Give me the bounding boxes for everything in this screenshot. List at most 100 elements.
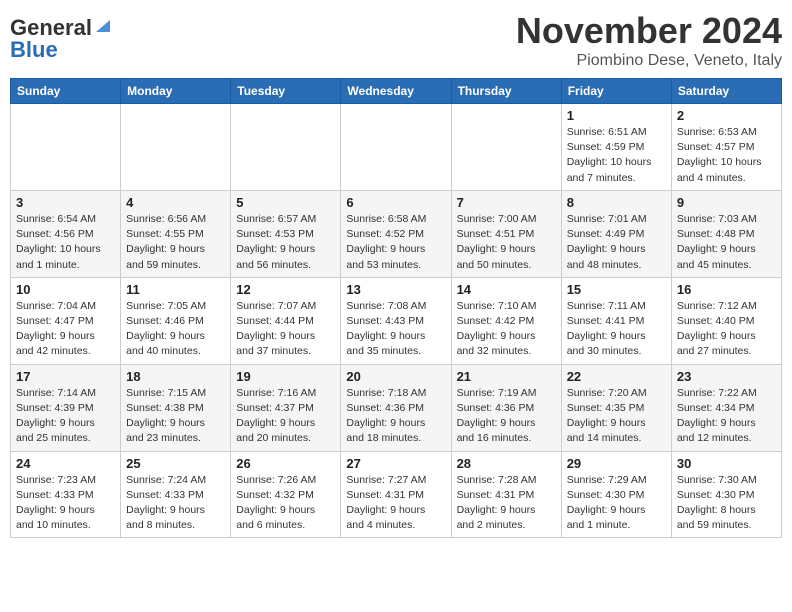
week-row-5: 24Sunrise: 7:23 AMSunset: 4:33 PMDayligh… [11,451,782,538]
calendar-cell [231,104,341,191]
day-info: Sunrise: 7:05 AMSunset: 4:46 PMDaylight:… [126,299,225,360]
calendar-cell: 11 Sunrise: 7:05 AMSunset: 4:46 PMDayligh… [121,277,231,364]
day-info: Sunrise: 7:28 AMSunset: 4:31 PMDaylight:… [457,473,556,534]
calendar-cell: 14 Sunrise: 7:10 AMSunset: 4:42 PMDayligh… [451,277,561,364]
day-number: 23 [677,369,776,384]
calendar-cell: 19 Sunrise: 7:16 AMSunset: 4:37 PMDayligh… [231,364,341,451]
day-info: Sunrise: 7:04 AMSunset: 4:47 PMDaylight:… [16,299,115,360]
logo: General Blue [10,16,112,62]
col-wednesday: Wednesday [341,79,451,104]
logo-text: General [10,17,92,39]
day-number: 13 [346,282,445,297]
day-info: Sunrise: 6:51 AMSunset: 4:59 PMDaylight:… [567,125,666,186]
month-title: November 2024 [516,10,782,52]
day-number: 19 [236,369,335,384]
calendar-cell: 15Sunrise: 7:11 AMSunset: 4:41 PMDayligh… [561,277,671,364]
calendar-cell: 27Sunrise: 7:27 AMSunset: 4:31 PMDayligh… [341,451,451,538]
day-number: 4 [126,195,225,210]
col-tuesday: Tuesday [231,79,341,104]
day-number: 3 [16,195,115,210]
calendar-cell: 20 Sunrise: 7:18 AMSunset: 4:36 PMDayligh… [341,364,451,451]
calendar-cell: 17Sunrise: 7:14 AMSunset: 4:39 PMDayligh… [11,364,121,451]
week-row-1: 1 Sunrise: 6:51 AMSunset: 4:59 PMDaylight… [11,104,782,191]
day-number: 15 [567,282,666,297]
week-row-2: 3 Sunrise: 6:54 AMSunset: 4:56 PMDaylight… [11,190,782,277]
calendar-cell [451,104,561,191]
col-friday: Friday [561,79,671,104]
day-number: 9 [677,195,776,210]
day-info: Sunrise: 7:30 AMSunset: 4:30 PMDaylight:… [677,473,776,534]
calendar-cell: 18Sunrise: 7:15 AMSunset: 4:38 PMDayligh… [121,364,231,451]
day-number: 7 [457,195,556,210]
calendar-cell: 1 Sunrise: 6:51 AMSunset: 4:59 PMDaylight… [561,104,671,191]
day-info: Sunrise: 7:22 AMSunset: 4:34 PMDaylight:… [677,386,776,447]
day-number: 6 [346,195,445,210]
day-info: Sunrise: 7:24 AMSunset: 4:33 PMDaylight:… [126,473,225,534]
day-number: 25 [126,456,225,471]
calendar-cell: 30 Sunrise: 7:30 AMSunset: 4:30 PMDayligh… [671,451,781,538]
day-info: Sunrise: 7:12 AMSunset: 4:40 PMDaylight:… [677,299,776,360]
day-info: Sunrise: 7:18 AMSunset: 4:36 PMDaylight:… [346,386,445,447]
calendar-cell: 13Sunrise: 7:08 AMSunset: 4:43 PMDayligh… [341,277,451,364]
day-info: Sunrise: 7:01 AMSunset: 4:49 PMDaylight:… [567,212,666,273]
logo-arrow-icon [94,18,112,34]
calendar-cell: 4 Sunrise: 6:56 AMSunset: 4:55 PMDaylight… [121,190,231,277]
day-info: Sunrise: 6:58 AMSunset: 4:52 PMDaylight:… [346,212,445,273]
calendar-cell: 22 Sunrise: 7:20 AMSunset: 4:35 PMDayligh… [561,364,671,451]
day-info: Sunrise: 7:20 AMSunset: 4:35 PMDaylight:… [567,386,666,447]
day-info: Sunrise: 7:29 AMSunset: 4:30 PMDaylight:… [567,473,666,534]
calendar-header-row: Sunday Monday Tuesday Wednesday Thursday… [11,79,782,104]
day-number: 5 [236,195,335,210]
week-row-4: 17Sunrise: 7:14 AMSunset: 4:39 PMDayligh… [11,364,782,451]
day-info: Sunrise: 7:27 AMSunset: 4:31 PMDaylight:… [346,473,445,534]
day-number: 11 [126,282,225,297]
day-info: Sunrise: 7:16 AMSunset: 4:37 PMDaylight:… [236,386,335,447]
calendar-cell: 25 Sunrise: 7:24 AMSunset: 4:33 PMDayligh… [121,451,231,538]
calendar-cell: 12 Sunrise: 7:07 AMSunset: 4:44 PMDayligh… [231,277,341,364]
calendar-cell: 8 Sunrise: 7:01 AMSunset: 4:49 PMDaylight… [561,190,671,277]
calendar: Sunday Monday Tuesday Wednesday Thursday… [10,78,782,538]
day-number: 29 [567,456,666,471]
calendar-cell: 16Sunrise: 7:12 AMSunset: 4:40 PMDayligh… [671,277,781,364]
calendar-cell: 2Sunrise: 6:53 AMSunset: 4:57 PMDaylight… [671,104,781,191]
day-info: Sunrise: 7:00 AMSunset: 4:51 PMDaylight:… [457,212,556,273]
day-info: Sunrise: 7:23 AMSunset: 4:33 PMDaylight:… [16,473,115,534]
col-monday: Monday [121,79,231,104]
day-info: Sunrise: 7:10 AMSunset: 4:42 PMDaylight:… [457,299,556,360]
day-number: 22 [567,369,666,384]
calendar-cell: 9 Sunrise: 7:03 AMSunset: 4:48 PMDaylight… [671,190,781,277]
week-row-3: 10 Sunrise: 7:04 AMSunset: 4:47 PMDayligh… [11,277,782,364]
day-number: 1 [567,108,666,123]
day-number: 10 [16,282,115,297]
col-sunday: Sunday [11,79,121,104]
day-info: Sunrise: 6:54 AMSunset: 4:56 PMDaylight:… [16,212,115,273]
day-info: Sunrise: 7:07 AMSunset: 4:44 PMDaylight:… [236,299,335,360]
day-number: 28 [457,456,556,471]
day-info: Sunrise: 6:57 AMSunset: 4:53 PMDaylight:… [236,212,335,273]
calendar-cell: 24Sunrise: 7:23 AMSunset: 4:33 PMDayligh… [11,451,121,538]
title-area: November 2024 Piombino Dese, Veneto, Ita… [516,10,782,70]
day-info: Sunrise: 7:03 AMSunset: 4:48 PMDaylight:… [677,212,776,273]
header: General Blue November 2024 Piombino Dese… [10,10,782,70]
location-title: Piombino Dese, Veneto, Italy [516,52,782,70]
calendar-cell: 5 Sunrise: 6:57 AMSunset: 4:53 PMDaylight… [231,190,341,277]
calendar-cell: 7 Sunrise: 7:00 AMSunset: 4:51 PMDaylight… [451,190,561,277]
day-info: Sunrise: 7:14 AMSunset: 4:39 PMDaylight:… [16,386,115,447]
day-info: Sunrise: 7:15 AMSunset: 4:38 PMDaylight:… [126,386,225,447]
day-number: 30 [677,456,776,471]
col-saturday: Saturday [671,79,781,104]
calendar-cell: 3 Sunrise: 6:54 AMSunset: 4:56 PMDaylight… [11,190,121,277]
day-info: Sunrise: 6:56 AMSunset: 4:55 PMDaylight:… [126,212,225,273]
logo-blue-text: Blue [10,37,58,62]
calendar-cell [121,104,231,191]
calendar-cell: 29 Sunrise: 7:29 AMSunset: 4:30 PMDayligh… [561,451,671,538]
calendar-cell: 10 Sunrise: 7:04 AMSunset: 4:47 PMDayligh… [11,277,121,364]
day-number: 20 [346,369,445,384]
calendar-cell [11,104,121,191]
calendar-cell: 6 Sunrise: 6:58 AMSunset: 4:52 PMDaylight… [341,190,451,277]
day-number: 2 [677,108,776,123]
day-number: 8 [567,195,666,210]
calendar-cell: 23 Sunrise: 7:22 AMSunset: 4:34 PMDayligh… [671,364,781,451]
day-number: 12 [236,282,335,297]
day-number: 14 [457,282,556,297]
